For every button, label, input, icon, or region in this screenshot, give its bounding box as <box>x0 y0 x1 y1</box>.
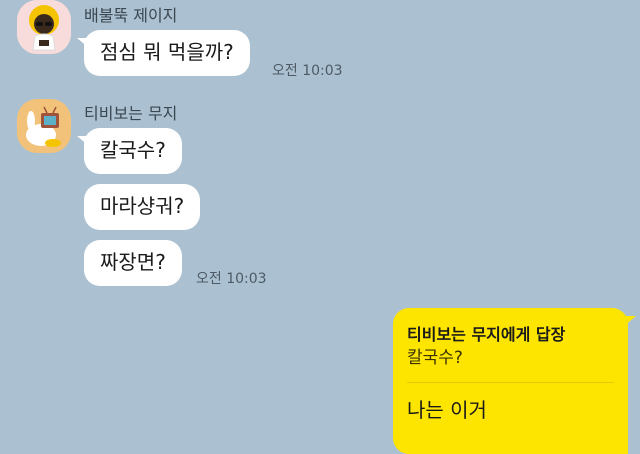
reply-to-label: 티비보는 무지에게 답장 <box>407 325 566 344</box>
reply-text: 나는 이거 <box>407 398 487 422</box>
sender-name: 배불뚝 제이지 <box>84 6 178 25</box>
message-bubble[interactable]: 칼국수? <box>77 128 182 174</box>
message-bubble[interactable]: 점심 뭐 먹을까? <box>77 30 250 76</box>
reply-divider <box>407 382 614 383</box>
avatar-jay-g[interactable] <box>17 0 71 54</box>
sender-name: 티비보는 무지 <box>84 104 178 123</box>
message-bubble[interactable]: 마라샹궈? <box>84 184 201 230</box>
message-time: 오전 10:03 <box>272 63 343 79</box>
message-bubble[interactable]: 짜장면? <box>84 240 182 286</box>
jay-g-avatar-icon <box>17 0 71 54</box>
message-time: 오전 10:03 <box>196 271 267 287</box>
avatar-muzi[interactable] <box>17 99 71 153</box>
my-reply-bubble[interactable]: 티비보는 무지에게 답장 칼국수? 나는 이거 <box>393 308 636 454</box>
muzi-tv-avatar-icon <box>17 99 71 153</box>
quoted-message[interactable]: 칼국수? <box>407 346 614 370</box>
